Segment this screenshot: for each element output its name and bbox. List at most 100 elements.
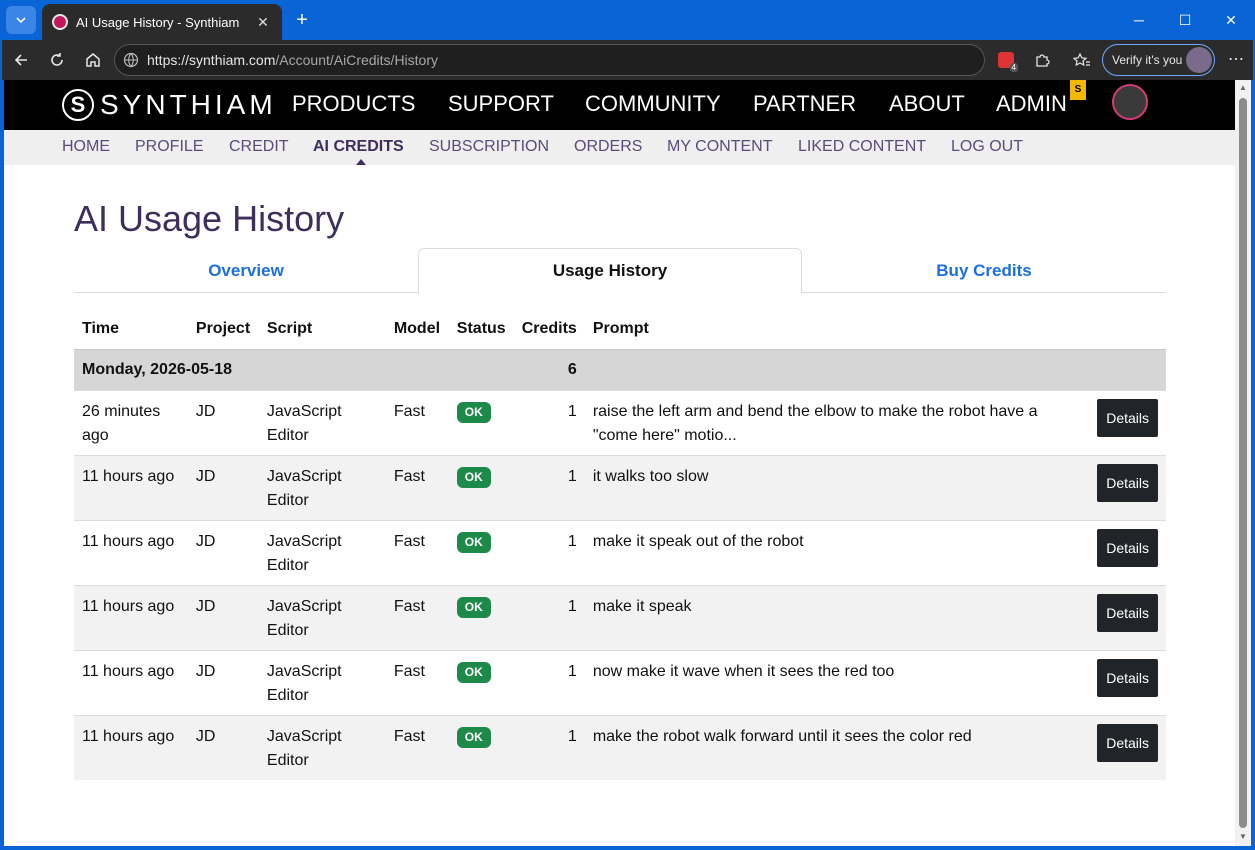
account-sub-nav: HOME PROFILE CREDIT AI CREDITS SUBSCRIPT… bbox=[4, 130, 1235, 165]
chevron-down-icon bbox=[16, 17, 26, 24]
close-window-button[interactable]: ✕ bbox=[1216, 8, 1246, 32]
cell-credits: 1 bbox=[513, 389, 585, 455]
tab-list-button[interactable] bbox=[6, 6, 36, 34]
active-caret-icon bbox=[356, 159, 366, 165]
sub-nav-credit[interactable]: CREDIT bbox=[229, 138, 289, 156]
sub-nav-my-content[interactable]: MY CONTENT bbox=[667, 138, 772, 156]
url-host: https://synthiam.com bbox=[147, 52, 276, 68]
cell-prompt: now make it wave when it sees the red to… bbox=[584, 649, 1087, 715]
home-button[interactable] bbox=[80, 48, 106, 72]
cell-prompt: make it speak out of the robot bbox=[584, 519, 1087, 585]
table-row: 11 hours ago JD JavaScript Editor Fast OK 1 ma… bbox=[74, 519, 1166, 585]
details-button[interactable]: Details bbox=[1097, 723, 1158, 762]
sub-nav-subscription[interactable]: SUBSCRIPTION bbox=[429, 138, 549, 156]
cell-model: Fast bbox=[385, 519, 449, 585]
tab-overview[interactable]: Overview bbox=[74, 248, 418, 293]
col-status: Status bbox=[456, 319, 506, 337]
cell-status: OK bbox=[448, 519, 514, 585]
cell-credits: 1 bbox=[513, 454, 585, 520]
status-badge: OK bbox=[456, 531, 491, 553]
table-row: 11 hours ago JD JavaScript Editor Fast OK 1 it… bbox=[74, 454, 1166, 520]
refresh-button[interactable] bbox=[44, 48, 70, 72]
cell-actions: Details bbox=[1086, 714, 1166, 780]
cell-model: Fast bbox=[385, 389, 449, 455]
user-avatar[interactable] bbox=[1112, 84, 1148, 120]
details-button[interactable]: Details bbox=[1097, 528, 1158, 567]
minimize-window-button[interactable]: ─ bbox=[1124, 8, 1154, 32]
col-time: Time bbox=[82, 319, 120, 337]
extension-button[interactable]: 4 bbox=[994, 48, 1018, 72]
page-scrollbar[interactable]: ▲ ▼ bbox=[1235, 80, 1251, 846]
cell-script: JavaScript Editor bbox=[258, 714, 386, 780]
close-tab-icon[interactable]: ✕ bbox=[254, 14, 272, 31]
cell-status: OK bbox=[448, 714, 514, 780]
page-viewport: S SYNTHIAM PRODUCTS SUPPORT COMMUNITY PA… bbox=[4, 80, 1235, 846]
cell-project: JD bbox=[187, 584, 259, 650]
nav-about[interactable]: ABOUT bbox=[889, 91, 965, 117]
browser-toolbar: https://synthiam.com/Account/AiCredits/H… bbox=[2, 40, 1253, 80]
status-badge: OK bbox=[456, 661, 491, 683]
star-list-icon bbox=[1073, 52, 1090, 67]
cell-time: 11 hours ago bbox=[74, 649, 188, 715]
sub-nav-home[interactable]: HOME bbox=[62, 138, 110, 156]
cell-prompt: make it speak bbox=[584, 584, 1087, 650]
browser-titlebar: AI Usage History - Synthiam ✕ + ─ ☐ ✕ bbox=[0, 0, 1255, 40]
more-options-button[interactable]: ⋯ bbox=[1224, 48, 1248, 72]
cell-credits: 1 bbox=[513, 584, 585, 650]
sub-nav-log-out[interactable]: LOG OUT bbox=[951, 138, 1023, 156]
nav-products[interactable]: PRODUCTS bbox=[292, 91, 415, 117]
logo-text: SYNTHIAM bbox=[100, 89, 277, 120]
cell-time: 26 minutes ago bbox=[74, 389, 188, 455]
back-button[interactable] bbox=[8, 48, 34, 72]
admin-badge: S bbox=[1070, 80, 1086, 100]
cell-model: Fast bbox=[385, 584, 449, 650]
synthiam-favicon-icon bbox=[52, 14, 68, 30]
sub-nav-profile[interactable]: PROFILE bbox=[135, 138, 203, 156]
synthiam-logo[interactable]: S SYNTHIAM bbox=[62, 89, 277, 121]
synthiam-logo-icon: S bbox=[62, 89, 94, 121]
nav-community[interactable]: COMMUNITY bbox=[585, 91, 721, 117]
cell-actions: Details bbox=[1086, 454, 1166, 520]
cell-script: JavaScript Editor bbox=[258, 389, 386, 455]
tab-usage-history[interactable]: Usage History bbox=[418, 248, 802, 294]
maximize-window-button[interactable]: ☐ bbox=[1170, 8, 1200, 32]
new-tab-button[interactable]: + bbox=[290, 8, 314, 32]
nav-partner[interactable]: PARTNER bbox=[753, 91, 856, 117]
cell-status: OK bbox=[448, 389, 514, 455]
sub-nav-orders[interactable]: ORDERS bbox=[574, 138, 642, 156]
tab-buy-credits[interactable]: Buy Credits bbox=[802, 248, 1166, 293]
verify-label: Verify it's you bbox=[1112, 53, 1183, 67]
cell-model: Fast bbox=[385, 649, 449, 715]
nav-support[interactable]: SUPPORT bbox=[448, 91, 554, 117]
favorites-button[interactable] bbox=[1070, 48, 1094, 72]
cell-model: Fast bbox=[385, 454, 449, 520]
group-credits: 6 bbox=[513, 348, 585, 390]
details-button[interactable]: Details bbox=[1097, 593, 1158, 632]
details-button[interactable]: Details bbox=[1097, 463, 1158, 502]
cell-model: Fast bbox=[385, 714, 449, 780]
scroll-up-icon[interactable]: ▲ bbox=[1238, 83, 1248, 93]
table-row: 11 hours ago JD JavaScript Editor Fast OK 1 ma… bbox=[74, 584, 1166, 650]
details-button[interactable]: Details bbox=[1097, 658, 1158, 697]
cell-project: JD bbox=[187, 714, 259, 780]
scroll-thumb[interactable] bbox=[1239, 98, 1247, 828]
cell-status: OK bbox=[448, 584, 514, 650]
sub-nav-ai-credits[interactable]: AI CREDITS bbox=[313, 138, 404, 156]
cell-prompt: raise the left arm and bend the elbow to… bbox=[584, 389, 1087, 455]
browser-tab-title: AI Usage History - Synthiam bbox=[76, 14, 240, 30]
usage-history-table: Time Project Script Model Status Credits… bbox=[74, 309, 1166, 780]
nav-admin[interactable]: ADMIN bbox=[996, 91, 1067, 117]
scroll-down-icon[interactable]: ▼ bbox=[1238, 832, 1248, 842]
extensions-menu-button[interactable] bbox=[1030, 48, 1054, 72]
details-button[interactable]: Details bbox=[1097, 398, 1158, 437]
browser-tab-active[interactable]: AI Usage History - Synthiam ✕ bbox=[42, 4, 282, 40]
address-bar[interactable]: https://synthiam.com/Account/AiCredits/H… bbox=[114, 44, 985, 76]
sub-nav-liked-content[interactable]: LIKED CONTENT bbox=[798, 138, 926, 156]
verify-identity-button[interactable]: Verify it's you bbox=[1102, 44, 1215, 76]
cell-project: JD bbox=[187, 454, 259, 520]
profile-avatar bbox=[1186, 47, 1212, 73]
refresh-icon bbox=[51, 53, 63, 66]
cell-prompt: it walks too slow bbox=[584, 454, 1087, 520]
arrow-left-icon bbox=[14, 54, 27, 66]
cell-status: OK bbox=[448, 454, 514, 520]
